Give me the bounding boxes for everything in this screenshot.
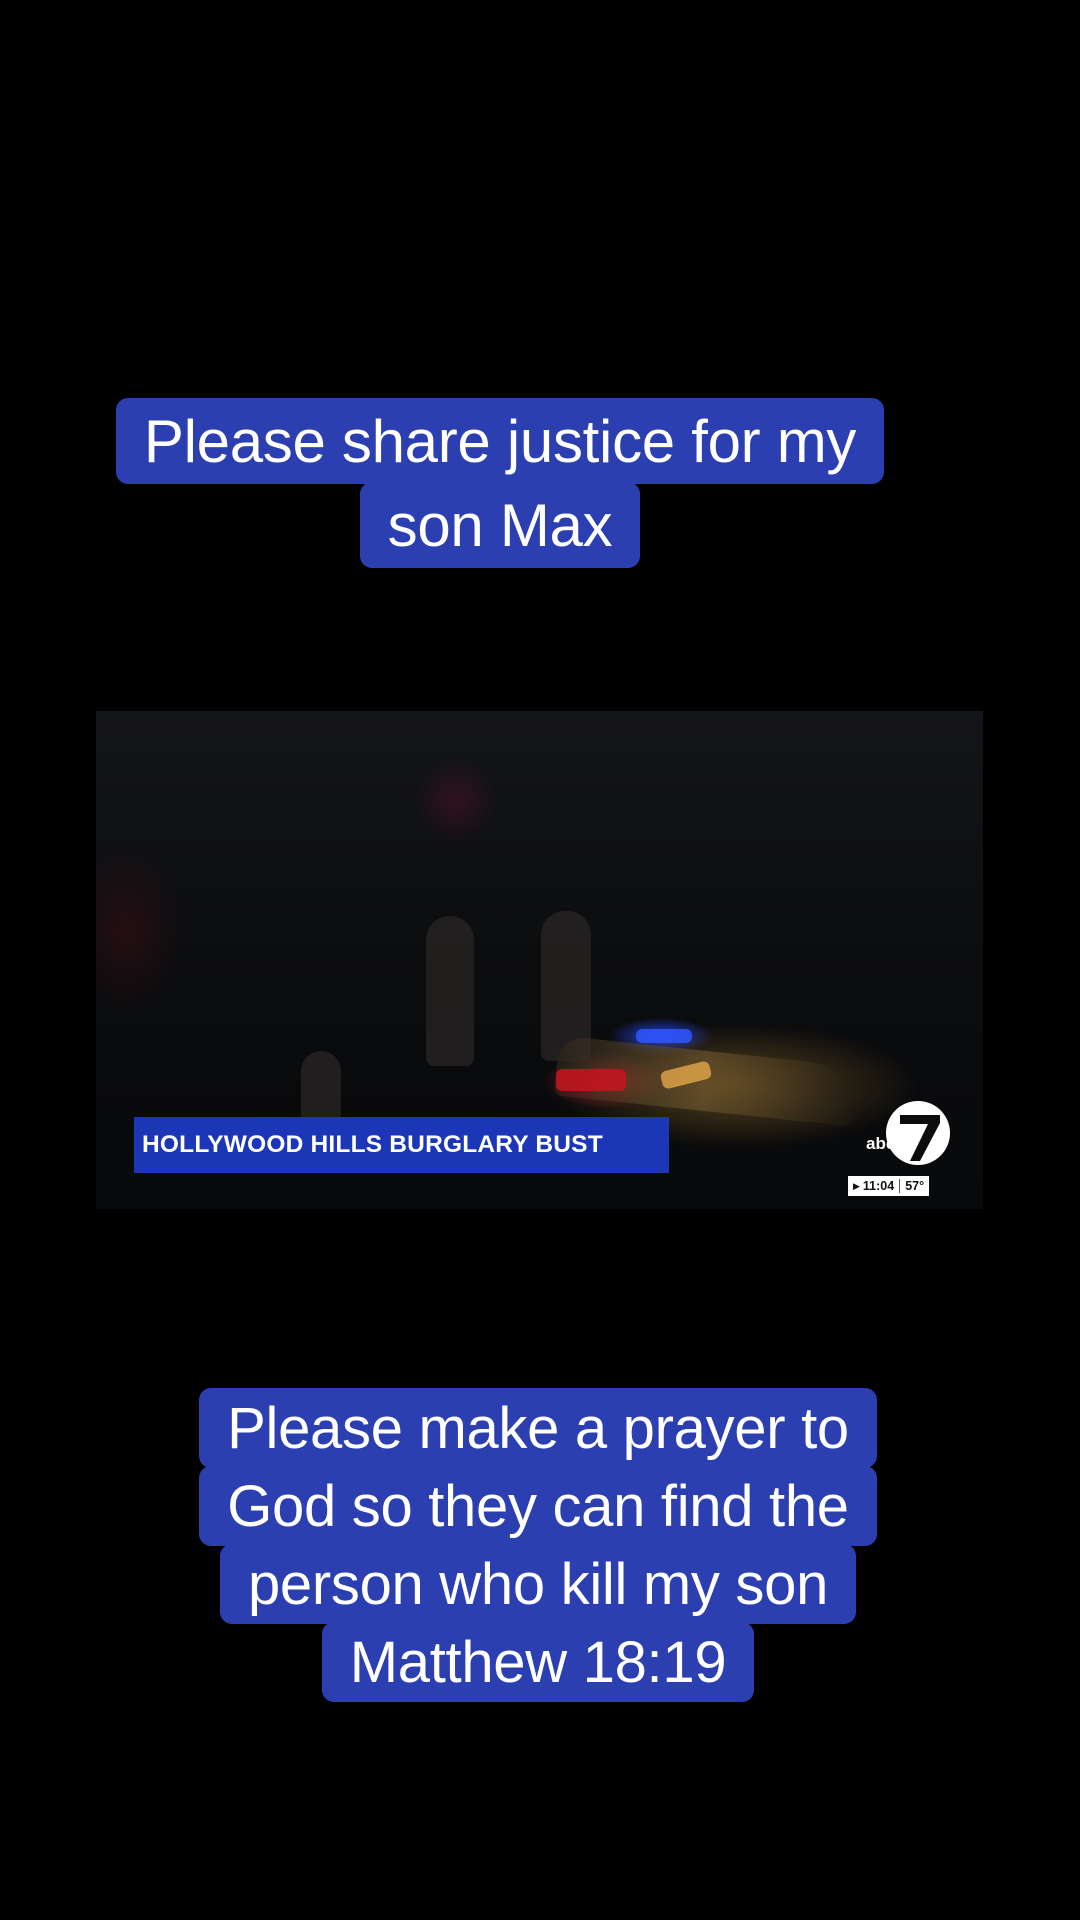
temperature-text: 57°: [905, 1179, 925, 1193]
blue-light: [636, 1029, 692, 1043]
play-triangle-icon: ▶: [853, 1180, 860, 1191]
time-temp-bar: ▶ 11:04 57°: [848, 1176, 930, 1196]
bottom-caption-line-3: person who kill my son: [219, 1544, 857, 1624]
news-lower-third: HOLLYWOOD HILLS BURGLARY BUST: [134, 1117, 669, 1173]
bottom-caption: Please make a prayer to God so they can …: [0, 1388, 1078, 1702]
bottom-caption-line-2: God so they can find the: [199, 1466, 877, 1546]
person-crouching: [301, 1051, 341, 1121]
red-light: [556, 1069, 626, 1091]
bottom-caption-line-1: Please make a prayer to: [199, 1388, 877, 1468]
top-caption: Please share justice for my son Max: [0, 398, 1040, 568]
officer-figure-left: [426, 916, 474, 1066]
clock-segment: ▶ 11:04: [848, 1176, 899, 1196]
news-video-frame[interactable]: HOLLYWOOD HILLS BURGLARY BUST abc ▶ 11:0…: [96, 711, 983, 1209]
top-caption-line-2: son Max: [359, 482, 641, 568]
temperature-segment: 57°: [900, 1176, 929, 1196]
lower-third-headline: HOLLYWOOD HILLS BURGLARY BUST: [142, 1131, 603, 1158]
bottom-caption-line-4: Matthew 18:19: [321, 1622, 755, 1702]
abc7-logo-icon: abc: [866, 1101, 950, 1165]
logo-abc-text: abc: [866, 1134, 895, 1153]
top-caption-line-1: Please share justice for my: [115, 398, 885, 484]
clock-text: 11:04: [862, 1179, 895, 1193]
